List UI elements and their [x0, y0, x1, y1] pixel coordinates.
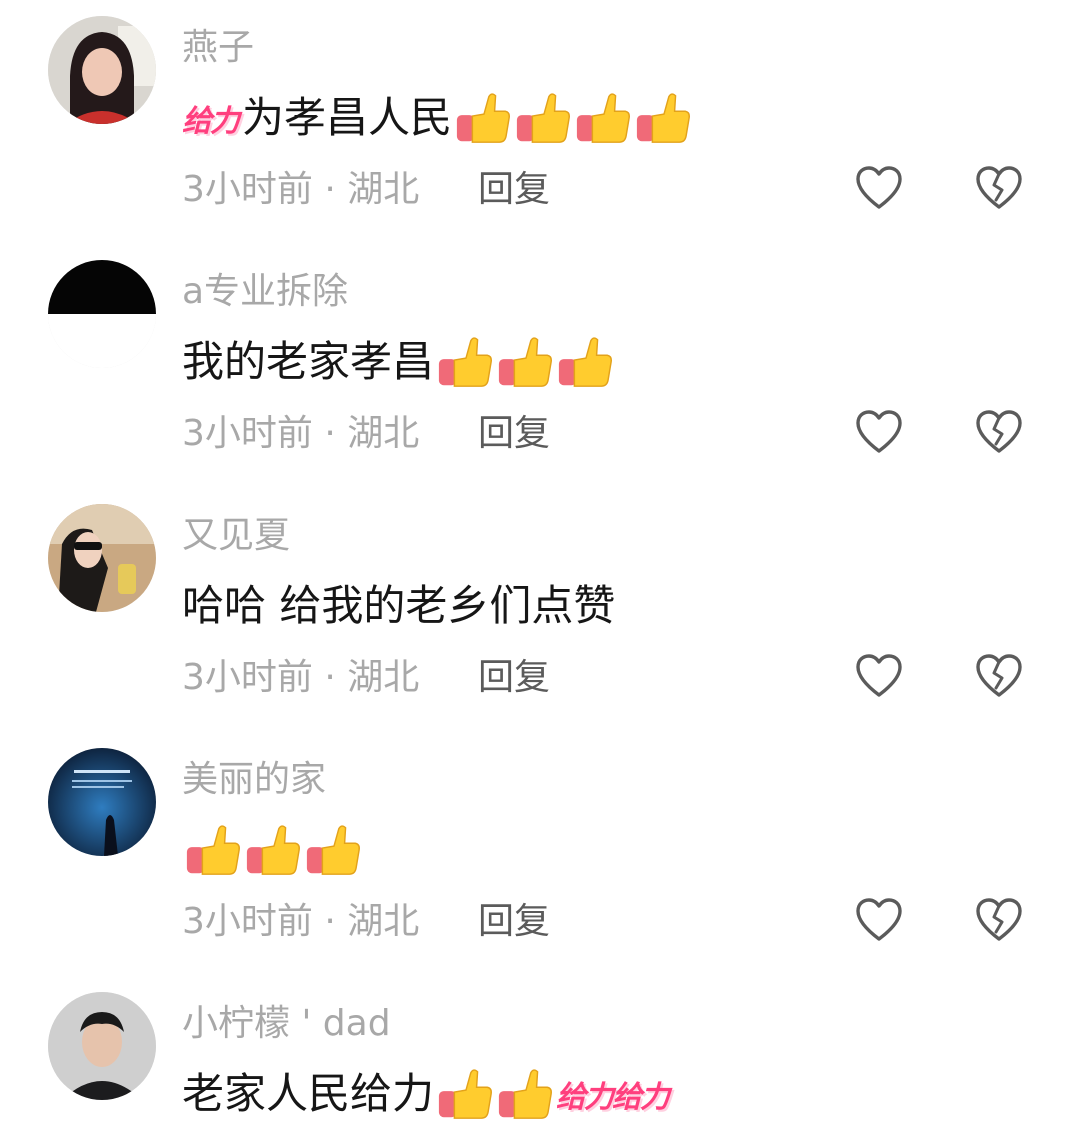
comment-time: 3小时前	[182, 169, 313, 210]
thumbs-up-emoji-icon	[574, 89, 632, 147]
sticker-geili: 给力给力	[556, 1080, 670, 1115]
thumbs-up-emoji-icon	[184, 821, 242, 879]
sticker-geili: 给力	[182, 104, 240, 139]
comment-location: 湖北	[347, 413, 420, 454]
like-button[interactable]	[854, 408, 904, 458]
meta-separator: ·	[324, 169, 348, 210]
broken-heart-icon	[976, 898, 1022, 941]
thumbs-up-emoji-icon	[436, 333, 494, 391]
meta-separator: ·	[324, 657, 348, 698]
comment-username[interactable]: a专业拆除	[182, 268, 348, 316]
meta-separator: ·	[324, 901, 348, 942]
comment-text-content: 为孝昌人民	[242, 93, 453, 142]
comment-meta: 3小时前 · 湖北	[182, 166, 419, 214]
like-button[interactable]	[854, 164, 904, 214]
comment-text-content: 我的老家孝昌	[182, 337, 435, 386]
avatar[interactable]	[48, 504, 156, 612]
comment-text-content: 老家人民给力	[182, 1069, 435, 1118]
comment-item: 又见夏 哈哈 给我的老乡们点赞 3小时前 · 湖北 回复	[0, 488, 1080, 728]
broken-heart-icon	[976, 166, 1022, 209]
thumbs-up-emoji-icon	[496, 1065, 554, 1123]
heart-outline-icon	[856, 166, 902, 209]
comment-time: 3小时前	[182, 413, 313, 454]
dislike-button[interactable]	[974, 652, 1024, 702]
reply-button[interactable]: 回复	[478, 166, 550, 214]
thumbs-up-emoji-icon	[436, 1065, 494, 1123]
thumbs-up-emoji-icon	[556, 333, 614, 391]
comment-text: 我的老家孝昌	[182, 330, 614, 394]
reply-button[interactable]: 回复	[478, 898, 550, 946]
comment-time: 3小时前	[182, 657, 313, 698]
comment-username[interactable]: 又见夏	[182, 512, 290, 560]
reply-button[interactable]: 回复	[478, 410, 550, 458]
thumbs-up-emoji-icon	[304, 821, 362, 879]
thumbs-up-emoji-icon	[454, 89, 512, 147]
heart-outline-icon	[856, 654, 902, 697]
comment-username[interactable]: 小柠檬 ' dad	[182, 1000, 391, 1048]
comment-username[interactable]: 燕子	[182, 24, 254, 72]
comment-meta: 3小时前 · 湖北	[182, 654, 419, 702]
comment-item: 小柠檬 ' dad 老家人民给力 给力给力	[0, 976, 1080, 1133]
meta-separator: ·	[324, 413, 348, 454]
broken-heart-icon	[976, 410, 1022, 453]
comment-item: a专业拆除 我的老家孝昌 3小时前 · 湖北 回复	[0, 244, 1080, 484]
dislike-button[interactable]	[974, 164, 1024, 214]
comment-text: 哈哈 给我的老乡们点赞	[182, 574, 615, 638]
dislike-button[interactable]	[974, 408, 1024, 458]
avatar[interactable]	[48, 992, 156, 1100]
heart-outline-icon	[856, 898, 902, 941]
comment-item: 燕子 给力 为孝昌人民 3小时前 · 湖北 回复	[0, 0, 1080, 240]
like-button[interactable]	[854, 896, 904, 946]
comment-item: 美丽的家 3小时前 · 湖北 回复	[0, 732, 1080, 972]
avatar[interactable]	[48, 16, 156, 124]
thumbs-up-emoji-icon	[496, 333, 554, 391]
comment-text: 老家人民给力 给力给力	[182, 1062, 670, 1126]
thumbs-up-emoji-icon	[244, 821, 302, 879]
comment-time: 3小时前	[182, 901, 313, 942]
reply-button[interactable]: 回复	[478, 654, 550, 702]
dislike-button[interactable]	[974, 896, 1024, 946]
like-button[interactable]	[854, 652, 904, 702]
comment-location: 湖北	[347, 657, 420, 698]
thumbs-up-emoji-icon	[634, 89, 692, 147]
comment-username[interactable]: 美丽的家	[182, 756, 326, 804]
broken-heart-icon	[976, 654, 1022, 697]
avatar[interactable]	[48, 748, 156, 856]
comment-location: 湖北	[347, 169, 420, 210]
heart-outline-icon	[856, 410, 902, 453]
comment-text	[182, 818, 362, 882]
avatar[interactable]	[48, 260, 156, 368]
comment-text-content: 哈哈 给我的老乡们点赞	[182, 581, 616, 630]
thumbs-up-emoji-icon	[514, 89, 572, 147]
comment-meta: 3小时前 · 湖北	[182, 898, 419, 946]
comment-text: 给力 为孝昌人民	[182, 86, 692, 150]
comment-meta: 3小时前 · 湖北	[182, 410, 419, 458]
comment-location: 湖北	[347, 901, 420, 942]
